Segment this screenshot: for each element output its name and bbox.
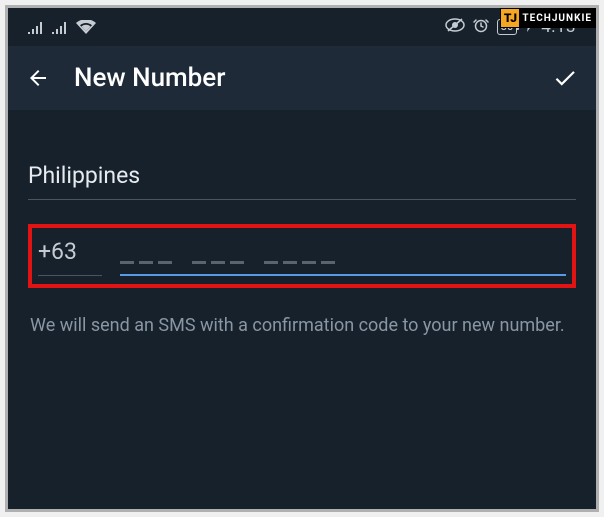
screenshot-frame: TJ TECHJUNKIE 30 4:13 <box>5 5 599 512</box>
content-area: Philippines +63 We will send an SMS with… <box>8 110 596 359</box>
phone-number-row: +63 <box>38 238 566 276</box>
status-left <box>28 20 96 34</box>
wifi-icon <box>76 20 96 34</box>
watermark: TJ TECHJUNKIE <box>500 8 596 28</box>
signal-icon-1 <box>28 20 44 34</box>
watermark-brand: TECHJUNKIE <box>520 8 596 28</box>
page-title: New Number <box>74 63 528 93</box>
signal-icon-2 <box>52 20 68 34</box>
eye-comfort-icon <box>445 18 465 36</box>
alarm-icon <box>473 17 489 37</box>
annotation-highlight: +63 <box>28 224 576 288</box>
help-text: We will send an SMS with a confirmation … <box>28 312 576 339</box>
back-button[interactable] <box>26 66 50 90</box>
phone-number-input[interactable] <box>120 261 566 276</box>
country-selector[interactable]: Philippines <box>28 162 576 200</box>
confirm-button[interactable] <box>552 65 578 91</box>
watermark-logo: TJ <box>500 8 520 28</box>
app-header: New Number <box>8 46 596 110</box>
country-code-input[interactable]: +63 <box>38 238 102 276</box>
